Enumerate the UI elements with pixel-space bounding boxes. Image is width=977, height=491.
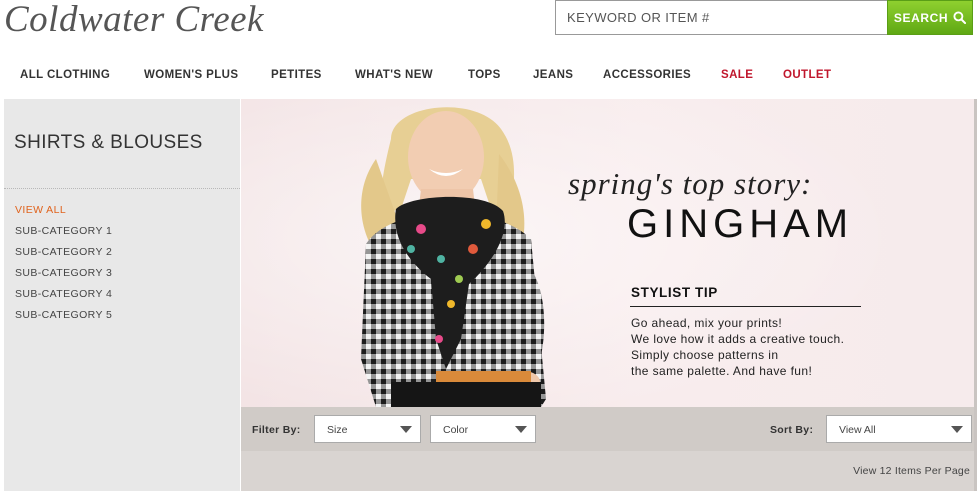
stylist-tip-line: We love how it adds a creative touch. xyxy=(631,332,845,346)
size-select-value: Size xyxy=(327,424,348,436)
sort-select-value: View All xyxy=(839,424,876,436)
nav-all-clothing[interactable]: ALL CLOTHING xyxy=(20,69,110,81)
size-select[interactable]: Size xyxy=(314,415,421,443)
filter-bar: Filter By: Size Color Sort By: View All xyxy=(241,407,974,451)
main-nav: ALL CLOTHING WOMEN'S PLUS PETITES WHAT'S… xyxy=(0,62,977,90)
chevron-down-icon xyxy=(515,426,527,433)
search-icon xyxy=(953,11,967,24)
nav-tops[interactable]: TOPS xyxy=(468,69,501,81)
nav-outlet[interactable]: OUTLET xyxy=(783,69,831,81)
chevron-down-icon xyxy=(951,426,963,433)
search-button-label: SEARCH xyxy=(893,10,949,25)
results-bar: View 12 Items Per Page xyxy=(241,451,974,491)
stylist-tip-divider xyxy=(630,306,861,307)
nav-jeans[interactable]: JEANS xyxy=(533,69,573,81)
nav-whats-new[interactable]: WHAT'S NEW xyxy=(355,69,433,81)
stylist-tip-line: the same palette. And have fun! xyxy=(631,364,813,378)
nav-accessories[interactable]: ACCESSORIES xyxy=(603,69,691,81)
filter-by-label: Filter By: xyxy=(252,424,301,436)
nav-womens-plus[interactable]: WOMEN'S PLUS xyxy=(144,69,238,81)
category-view-all[interactable]: VIEW ALL xyxy=(15,204,66,216)
hero-tagline: spring's top story: xyxy=(568,166,813,201)
sidebar-title: SHIRTS & BLOUSES xyxy=(14,132,203,153)
category-sub-category-3[interactable]: SUB-CATEGORY 3 xyxy=(15,267,112,279)
color-select-value: Color xyxy=(443,424,469,436)
stylist-tip-title: STYLIST TIP xyxy=(631,285,718,300)
search-button[interactable]: SEARCH xyxy=(887,0,973,35)
category-sidebar: SHIRTS & BLOUSES VIEW ALL SUB-CATEGORY 1… xyxy=(4,99,240,491)
items-per-page-link[interactable]: View 12 Items Per Page xyxy=(853,465,970,477)
category-sub-category-5[interactable]: SUB-CATEGORY 5 xyxy=(15,309,112,321)
nav-petites[interactable]: PETITES xyxy=(271,69,322,81)
sort-by-label: Sort By: xyxy=(770,424,814,436)
brand-logo[interactable]: Coldwater Creek xyxy=(4,0,264,41)
sidebar-divider xyxy=(4,188,240,189)
search-input[interactable] xyxy=(555,0,887,35)
category-sub-category-2[interactable]: SUB-CATEGORY 2 xyxy=(15,246,112,258)
nav-sale[interactable]: SALE xyxy=(721,69,753,81)
model-photo xyxy=(241,99,974,407)
color-select[interactable]: Color xyxy=(430,415,536,443)
chevron-down-icon xyxy=(400,426,412,433)
stylist-tip-line: Simply choose patterns in xyxy=(631,348,779,362)
hero-headline: GINGHAM xyxy=(627,202,854,246)
sort-select[interactable]: View All xyxy=(826,415,972,443)
hero-banner[interactable]: spring's top story: GINGHAM STYLIST TIP … xyxy=(241,99,974,407)
stylist-tip-line: Go ahead, mix your prints! xyxy=(631,316,783,330)
category-sub-category-1[interactable]: SUB-CATEGORY 1 xyxy=(15,225,112,237)
category-sub-category-4[interactable]: SUB-CATEGORY 4 xyxy=(15,288,112,300)
